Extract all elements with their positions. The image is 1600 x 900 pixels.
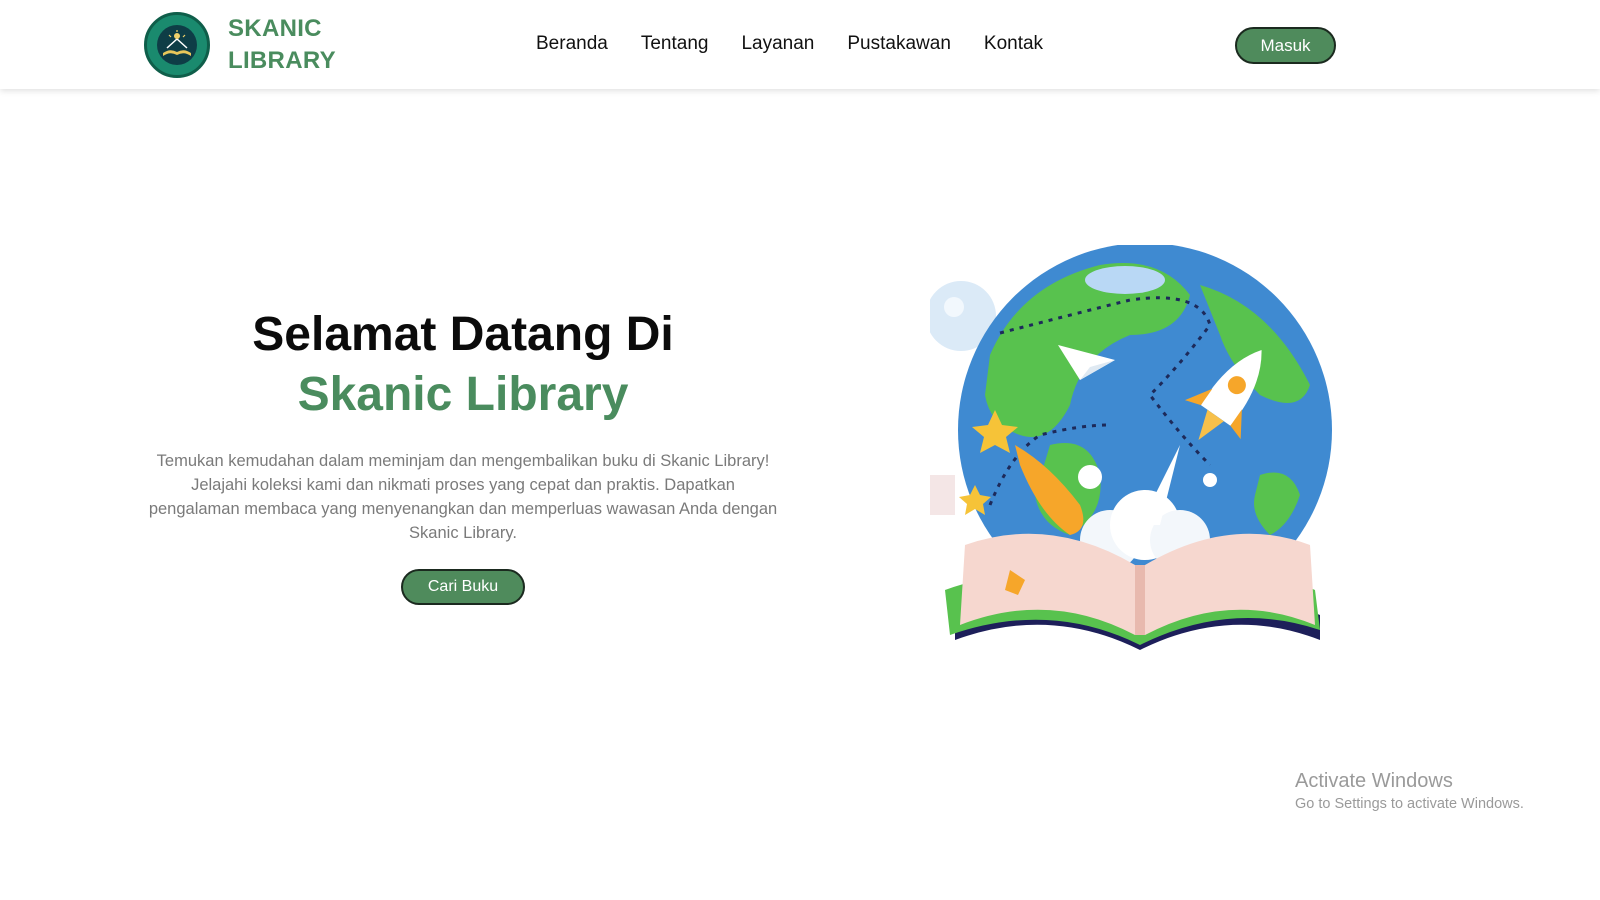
navbar: SKANIC LIBRARY Beranda Tentang Layanan P… (0, 0, 1600, 89)
main-nav: Beranda Tentang Layanan Pustakawan Konta… (536, 30, 1076, 58)
brand-name: SKANIC LIBRARY (228, 13, 336, 77)
nav-item-layanan[interactable]: Layanan (741, 30, 814, 58)
library-logo-icon (144, 12, 210, 78)
windows-activation-watermark: Activate Windows Go to Settings to activ… (1295, 768, 1524, 814)
hero-description: Temukan kemudahan dalam meminjam dan men… (148, 452, 778, 542)
watermark-title: Activate Windows (1295, 770, 1453, 792)
watermark-subtitle: Go to Settings to activate Windows. (1295, 796, 1524, 812)
nav-item-beranda[interactable]: Beranda (536, 30, 608, 58)
nav-item-kontak[interactable]: Kontak (984, 30, 1043, 58)
nav-item-pustakawan[interactable]: Pustakawan (847, 30, 951, 58)
brand-line-1: SKANIC (228, 15, 322, 42)
hero-section: Selamat Datang Di Skanic Library Temukan… (148, 305, 778, 605)
hero-title-accent: Skanic Library (297, 368, 629, 421)
hero-title: Selamat Datang Di (252, 308, 674, 361)
brand[interactable]: SKANIC LIBRARY (144, 12, 336, 78)
find-books-button[interactable]: Cari Buku (401, 569, 525, 605)
globe-book-rocket-illustration (920, 243, 1340, 675)
login-button[interactable]: Masuk (1235, 27, 1336, 64)
brand-line-2: LIBRARY (228, 47, 336, 74)
nav-item-tentang[interactable]: Tentang (641, 30, 709, 58)
